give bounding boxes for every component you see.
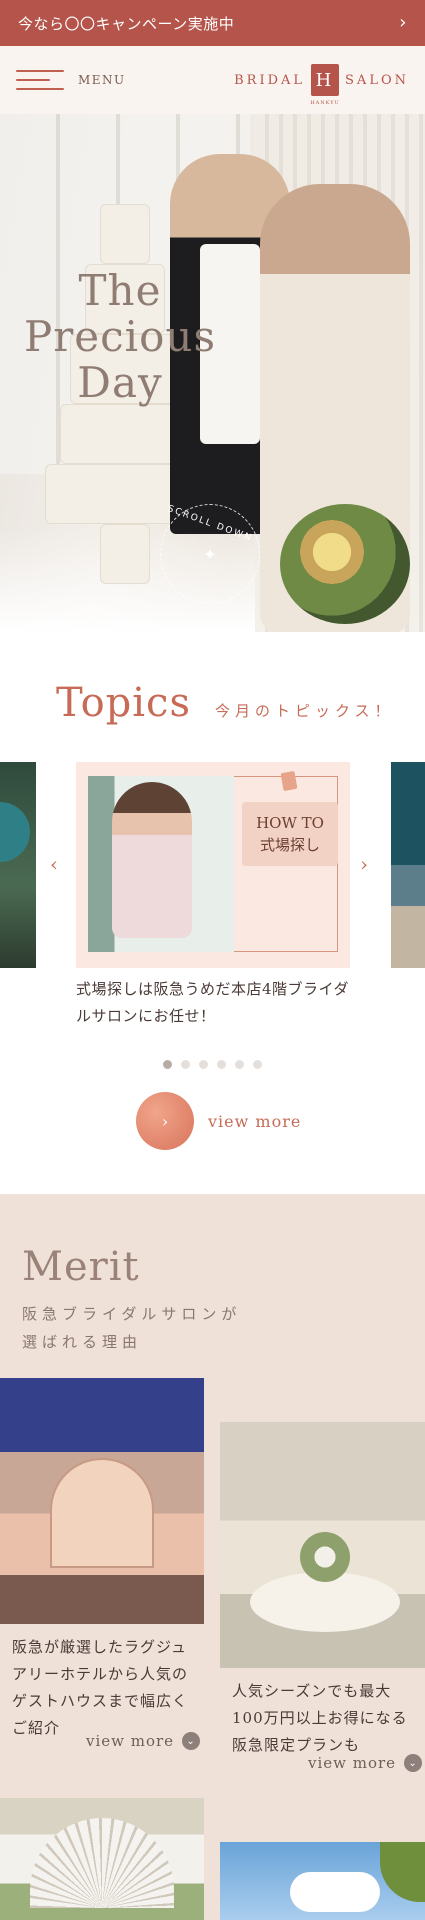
scroll-down-button[interactable]: SCROLL DOWN ✦ xyxy=(160,504,260,604)
advisor-figure xyxy=(112,782,192,938)
merit-image-sky[interactable] xyxy=(220,1842,425,1920)
campaign-text: 今なら〇〇キャンペーン実施中 xyxy=(18,14,235,33)
logo-subtext: HANKYU xyxy=(310,100,340,106)
carousel-card-prev[interactable] xyxy=(0,762,36,968)
tag-icon xyxy=(280,770,298,792)
topics-subtitle: 今月のトピックス！ xyxy=(214,702,395,720)
merit-image-banquet[interactable] xyxy=(220,1422,425,1668)
chevron-down-icon: ⌄ xyxy=(404,1754,423,1772)
logo-mark-letter: H xyxy=(315,69,335,91)
prev-card-badge xyxy=(0,802,30,862)
carousel-card-active[interactable]: HOW TO 式場探し xyxy=(76,762,350,968)
carousel-dot[interactable] xyxy=(253,1060,262,1069)
carousel-dot[interactable] xyxy=(163,1060,172,1069)
merit-image-hotel[interactable] xyxy=(0,1378,204,1624)
site-logo[interactable]: BRIDAL H HANKYU SALON xyxy=(234,64,409,106)
view-more-label: view more xyxy=(208,1111,302,1131)
howto-badge: HOW TO 式場探し xyxy=(242,802,338,866)
carousel-card-caption[interactable]: 式場探しは阪急うめだ本店4階ブライダルサロンにお任せ！ xyxy=(76,976,356,1030)
carousel-prev-icon[interactable]: ‹ xyxy=(50,852,58,876)
merit-section: Merit 阪急ブライダルサロンが 選ばれる理由 阪急が厳選したラグジュアリーホ… xyxy=(0,1194,425,1920)
merit-view-more-button[interactable]: view more ⌄ xyxy=(308,1754,423,1772)
merit-subtitle: 阪急ブライダルサロンが 選ばれる理由 xyxy=(22,1305,242,1351)
topics-title: Topics xyxy=(56,680,191,726)
arrow-right-icon: › xyxy=(136,1092,194,1150)
site-header: MENU BRIDAL H HANKYU SALON xyxy=(0,46,425,114)
sparkle-icon: ✦ xyxy=(203,544,217,564)
logo-text-salon: SALON xyxy=(345,72,409,88)
hamburger-icon xyxy=(16,67,64,93)
carousel-dot[interactable] xyxy=(199,1060,208,1069)
merit-text: 人気シーズンでも最大100万円以上お得になる阪急限定プランも xyxy=(232,1682,408,1754)
topics-heading: Topics 今月のトピックス！ xyxy=(56,680,395,726)
menu-label: MENU xyxy=(78,73,126,87)
hero-title: The Precious Day xyxy=(23,266,217,407)
chevron-down-icon: ⌄ xyxy=(182,1732,201,1750)
merit-image-chapel[interactable] xyxy=(0,1798,204,1920)
campaign-banner[interactable]: 今なら〇〇キャンペーン実施中 › xyxy=(0,0,425,46)
merit-text: 阪急が厳選したラグジュアリーホテルから人気のゲストハウスまで幅広くご紹介 xyxy=(12,1638,189,1737)
topics-carousel: HOW TO 式場探し ‹ › 式場探しは阪急うめだ本店4階ブライダルサロンにお… xyxy=(0,760,425,1040)
logo-mark: H HANKYU xyxy=(310,64,340,106)
chevron-right-icon: › xyxy=(399,12,407,33)
carousel-dot[interactable] xyxy=(181,1060,190,1069)
bouquet-image xyxy=(280,504,410,624)
hero-section: The Precious Day SCROLL DOWN ✦ xyxy=(0,114,425,632)
carousel-dot[interactable] xyxy=(235,1060,244,1069)
carousel-pagination xyxy=(163,1060,262,1069)
carousel-dot[interactable] xyxy=(217,1060,226,1069)
menu-button[interactable]: MENU xyxy=(16,67,126,93)
merit-title: Merit xyxy=(22,1244,140,1290)
carousel-card-next[interactable] xyxy=(391,762,425,968)
carousel-next-icon[interactable]: › xyxy=(360,852,368,876)
merit-view-more-button[interactable]: view more ⌄ xyxy=(86,1732,201,1750)
logo-text-bridal: BRIDAL xyxy=(234,72,306,88)
topics-view-more-button[interactable]: › view more xyxy=(136,1092,301,1150)
